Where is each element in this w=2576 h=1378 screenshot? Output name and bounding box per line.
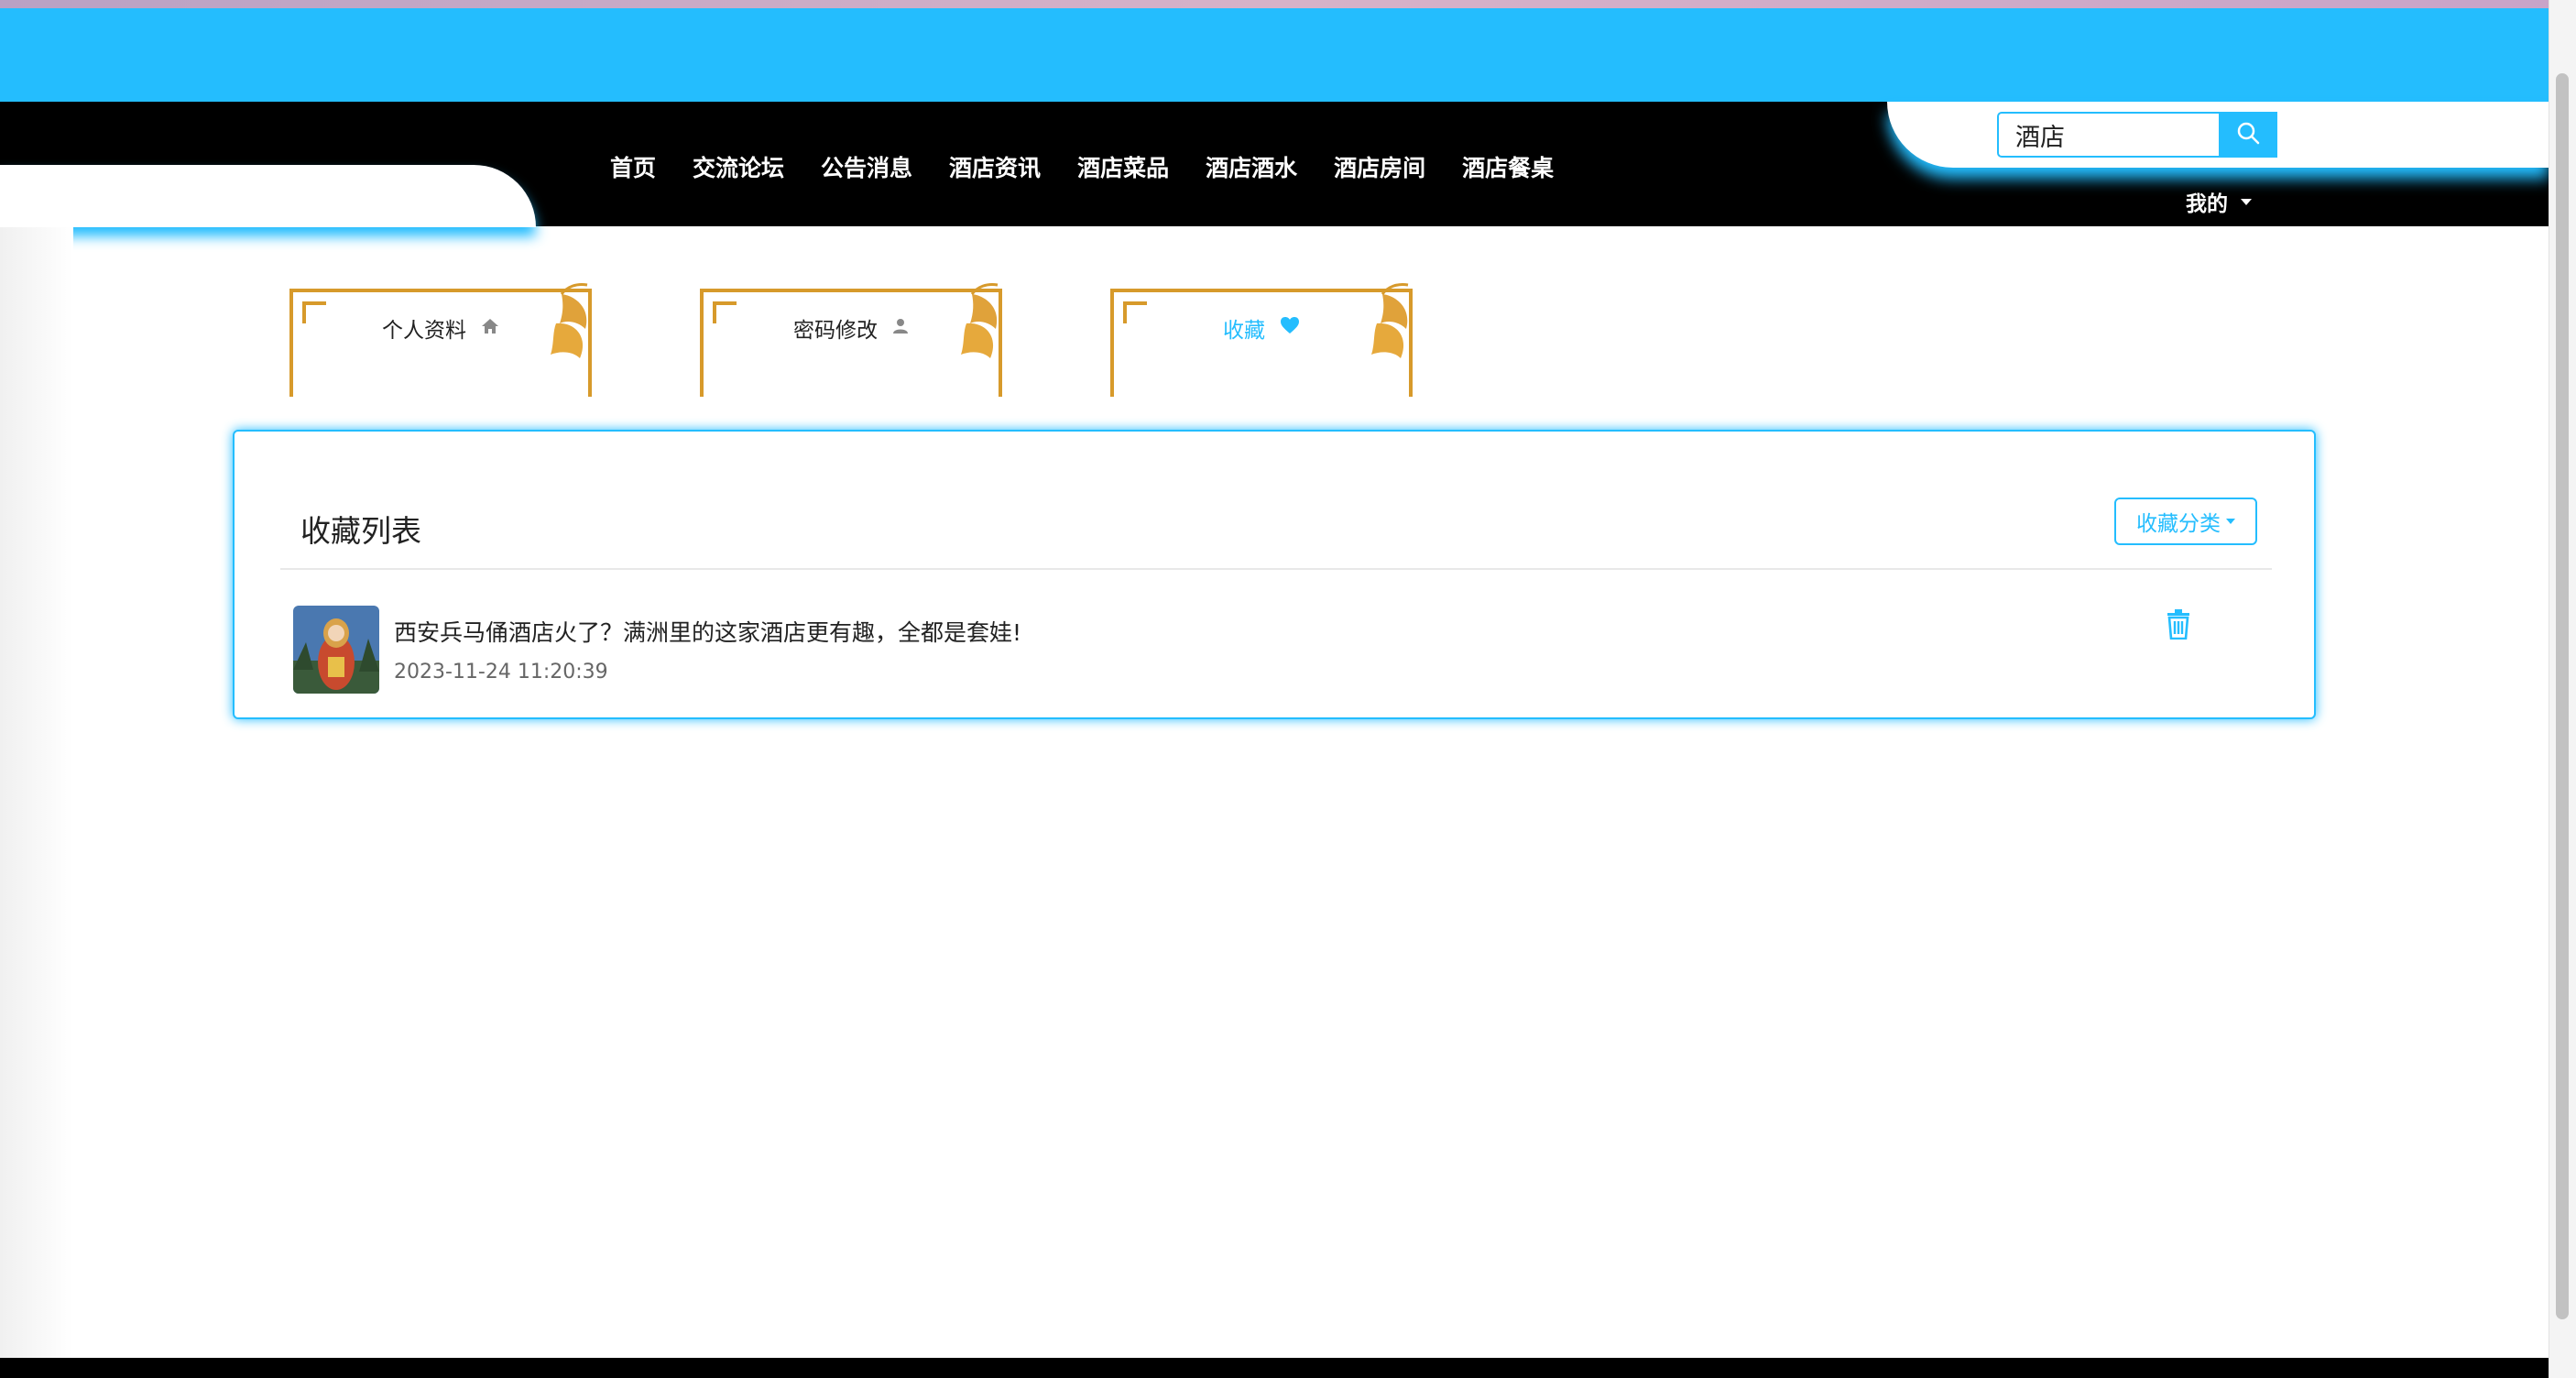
search-button[interactable] — [2219, 112, 2277, 158]
nav-item-forum[interactable]: 交流论坛 — [693, 150, 784, 183]
logo-area — [0, 165, 536, 227]
nav-item-home[interactable]: 首页 — [610, 150, 656, 183]
nav-item-news[interactable]: 酒店资讯 — [949, 150, 1041, 183]
favorites-panel: 收藏列表 收藏分类 西安兵马俑酒店火了？满洲里的这家酒店更有趣，全都是套娃! 2… — [233, 430, 2316, 719]
item-timestamp: 2023-11-24 11:20:39 — [394, 661, 608, 684]
user-icon — [892, 316, 909, 340]
search-icon — [2236, 121, 2260, 148]
footer-bar — [0, 1358, 2549, 1378]
nav-item-drinks[interactable]: 酒店酒水 — [1206, 150, 1297, 183]
top-banner — [0, 8, 2549, 102]
window-top-edge — [0, 0, 2576, 8]
item-title: 西安兵马俑酒店火了？满洲里的这家酒店更有趣，全都是套娃! — [394, 619, 1022, 646]
tab-label-row: 密码修改 — [700, 312, 1002, 344]
chevron-down-icon — [2226, 519, 2235, 524]
tab-label-row: 收藏 — [1110, 312, 1413, 344]
list-item[interactable]: 西安兵马俑酒店火了？满洲里的这家酒店更有趣，全都是套娃! 2023-11-24 … — [293, 606, 2272, 697]
home-icon — [481, 316, 499, 340]
page-left-shade — [0, 227, 73, 1358]
tab-label: 密码修改 — [793, 319, 878, 343]
tab-favorites[interactable]: 收藏 — [1110, 283, 1413, 397]
nav-item-rooms[interactable]: 酒店房间 — [1334, 150, 1425, 183]
chevron-down-icon — [2241, 198, 2252, 205]
category-button-label: 收藏分类 — [2136, 512, 2221, 536]
delete-button[interactable] — [2166, 608, 2191, 643]
tab-password[interactable]: 密码修改 — [700, 283, 1002, 397]
divider — [280, 568, 2272, 570]
trash-icon — [2166, 609, 2191, 643]
tab-label-row: 个人资料 — [289, 312, 592, 344]
scrollbar-thumb[interactable] — [2556, 73, 2569, 1319]
main-nav: 首页 交流论坛 公告消息 酒店资讯 酒店菜品 酒店酒水 酒店房间 酒店餐桌 — [610, 150, 1554, 183]
nav-item-dishes[interactable]: 酒店菜品 — [1077, 150, 1169, 183]
thumbnail-image — [293, 606, 379, 694]
tab-profile[interactable]: 个人资料 — [289, 283, 592, 397]
tab-label: 个人资料 — [382, 319, 466, 343]
category-dropdown-button[interactable]: 收藏分类 — [2114, 498, 2257, 545]
nav-item-notice[interactable]: 公告消息 — [821, 150, 912, 183]
my-dropdown[interactable]: 我的 — [2186, 186, 2252, 217]
page-title: 收藏列表 — [300, 513, 421, 549]
tab-label: 收藏 — [1223, 319, 1265, 343]
nav-item-tables[interactable]: 酒店餐桌 — [1462, 150, 1554, 183]
my-label: 我的 — [2186, 192, 2228, 216]
heart-icon — [1280, 316, 1300, 340]
